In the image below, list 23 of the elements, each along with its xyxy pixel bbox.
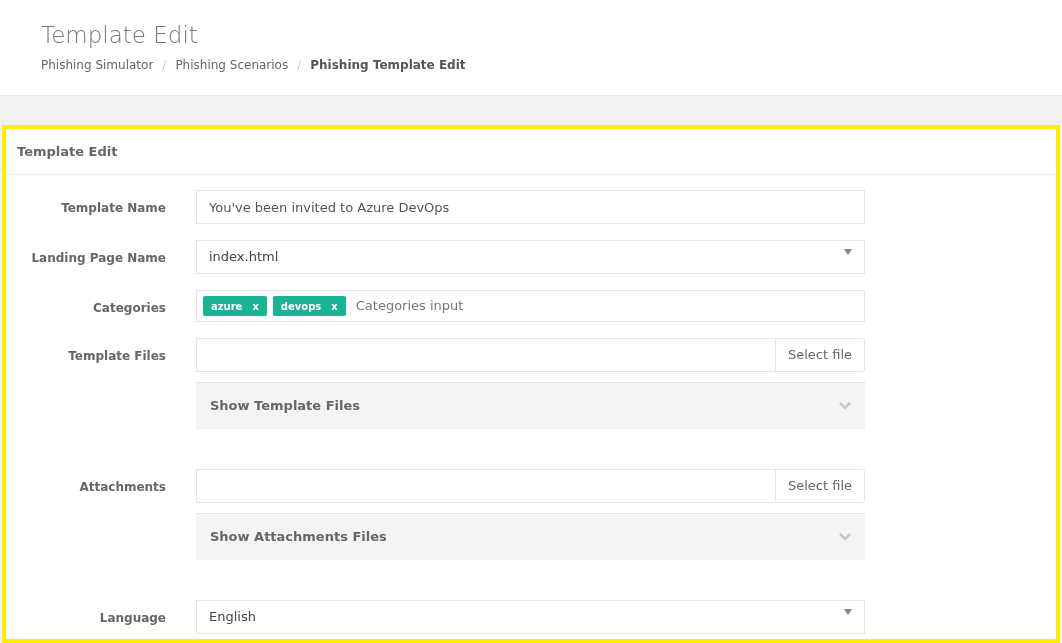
breadcrumb-separator: / <box>162 57 167 74</box>
tag-label: azure <box>211 299 243 314</box>
tag-label: devops <box>280 299 322 314</box>
field-label: Categories <box>92 300 166 317</box>
field-label: Template Files <box>67 348 166 365</box>
breadcrumb-link[interactable]: Phishing Scenarios <box>175 56 289 74</box>
collapsible-header[interactable]: Show Attachments Files <box>196 513 865 560</box>
select-dropdown[interactable]: index.html <box>196 240 865 274</box>
text-input[interactable]: You've been invited to Azure DevOps <box>196 190 865 224</box>
field-label: Language <box>98 610 166 627</box>
chevron-icon <box>839 533 851 541</box>
chevron-icon <box>839 402 851 410</box>
page-title: Template Edit <box>41 21 199 50</box>
breadcrumb-separator: / <box>297 57 302 74</box>
field-label: Template Name <box>60 200 166 217</box>
field-label: Attachments <box>78 479 166 496</box>
select-dropdown[interactable]: English <box>196 600 865 634</box>
breadcrumb-link[interactable]: Phishing Simulator <box>41 56 154 74</box>
field-label: Landing Page Name <box>30 250 166 267</box>
collapsible-header[interactable]: Show Template Files <box>196 382 865 429</box>
caret-icon <box>844 609 852 615</box>
panel-title: Template Edit <box>6 129 1056 175</box>
caret-icon <box>844 249 852 255</box>
